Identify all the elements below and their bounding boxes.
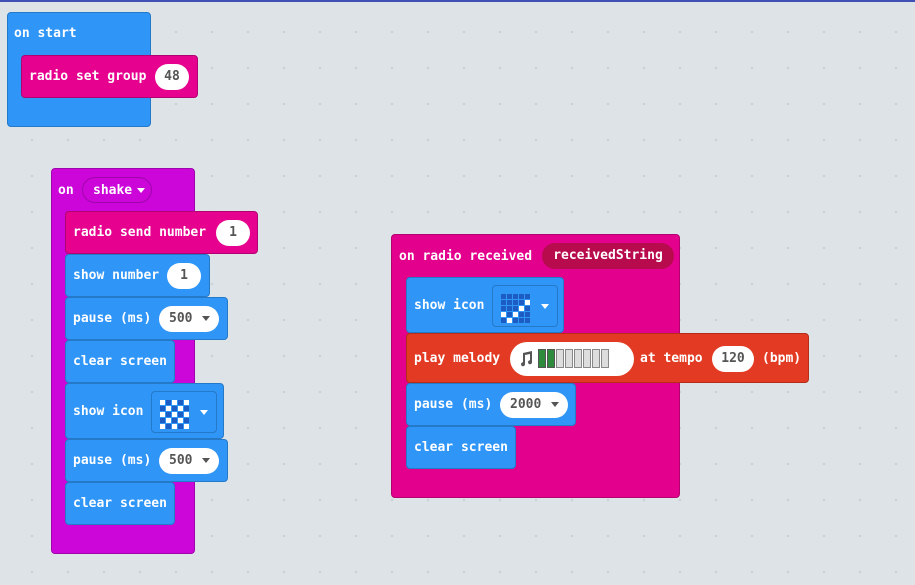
pause-dropdown[interactable]: 2000 — [500, 392, 568, 418]
play-melody-label: play melody — [414, 351, 501, 366]
on-start-label: on start — [14, 26, 77, 41]
show-icon-label: show icon — [73, 404, 144, 419]
received-string-variable[interactable]: receivedString — [542, 243, 674, 269]
toolbar-divider — [0, 0, 915, 2]
chevron-down-icon — [137, 188, 145, 193]
pause-label: pause (ms) — [414, 397, 493, 412]
pause-label: pause (ms) — [73, 453, 152, 468]
icon-dropdown[interactable] — [492, 285, 558, 327]
pause-value: 500 — [169, 311, 193, 326]
show-number-block[interactable]: show number 1 — [65, 254, 210, 297]
at-tempo-label: at tempo — [640, 351, 703, 366]
chevron-down-icon — [551, 402, 559, 407]
chevron-down-icon — [202, 316, 210, 321]
radio-send-number-input[interactable]: 1 — [216, 220, 250, 246]
music-note-icon — [521, 351, 533, 367]
pause-block[interactable]: pause (ms) 500 — [65, 439, 228, 482]
icon-dropdown[interactable] — [151, 391, 217, 433]
bpm-unit-label: (bpm) — [762, 351, 802, 366]
on-radio-received-label: on radio received — [399, 249, 533, 264]
show-icon-block[interactable]: show icon — [65, 383, 224, 439]
pause-dropdown[interactable]: 500 — [159, 306, 219, 332]
pause-value: 500 — [169, 453, 193, 468]
radio-set-group-block[interactable]: radio set group 48 — [21, 55, 198, 98]
pause-label: pause (ms) — [73, 311, 152, 326]
gesture-value: shake — [93, 183, 133, 198]
melody-notes — [538, 349, 609, 368]
chevron-down-icon — [541, 304, 549, 309]
pause-block[interactable]: pause (ms) 500 — [65, 297, 228, 340]
chevron-down-icon — [202, 458, 210, 463]
clear-screen-label: clear screen — [414, 440, 508, 455]
radio-send-number-label: radio send number — [73, 225, 207, 240]
show-icon-label: show icon — [414, 298, 485, 313]
chevron-down-icon — [200, 410, 208, 415]
pause-value: 2000 — [510, 397, 542, 412]
pattern-icon — [501, 294, 530, 323]
melody-picker[interactable] — [510, 342, 634, 376]
radio-set-group-label: radio set group — [29, 69, 147, 84]
radio-group-input[interactable]: 48 — [155, 64, 189, 90]
clear-screen-block[interactable]: clear screen — [65, 340, 175, 383]
show-icon-block[interactable]: show icon — [406, 277, 564, 333]
play-melody-block[interactable]: play melody at tempo 120 (bpm) — [406, 333, 809, 383]
pause-dropdown[interactable]: 500 — [159, 448, 219, 474]
clear-screen-block[interactable]: clear screen — [406, 426, 516, 469]
radio-send-number-block[interactable]: radio send number 1 — [65, 211, 258, 254]
show-number-input[interactable]: 1 — [167, 263, 201, 289]
clear-screen-block[interactable]: clear screen — [65, 482, 175, 525]
clear-screen-label: clear screen — [73, 354, 167, 369]
gesture-dropdown[interactable]: shake — [82, 177, 152, 203]
on-shake-label: on — [58, 183, 74, 198]
clear-screen-label: clear screen — [73, 496, 167, 511]
pause-block[interactable]: pause (ms) 2000 — [406, 383, 576, 426]
show-number-label: show number — [73, 268, 160, 283]
checker-icon — [160, 400, 189, 429]
tempo-input[interactable]: 120 — [712, 346, 754, 372]
